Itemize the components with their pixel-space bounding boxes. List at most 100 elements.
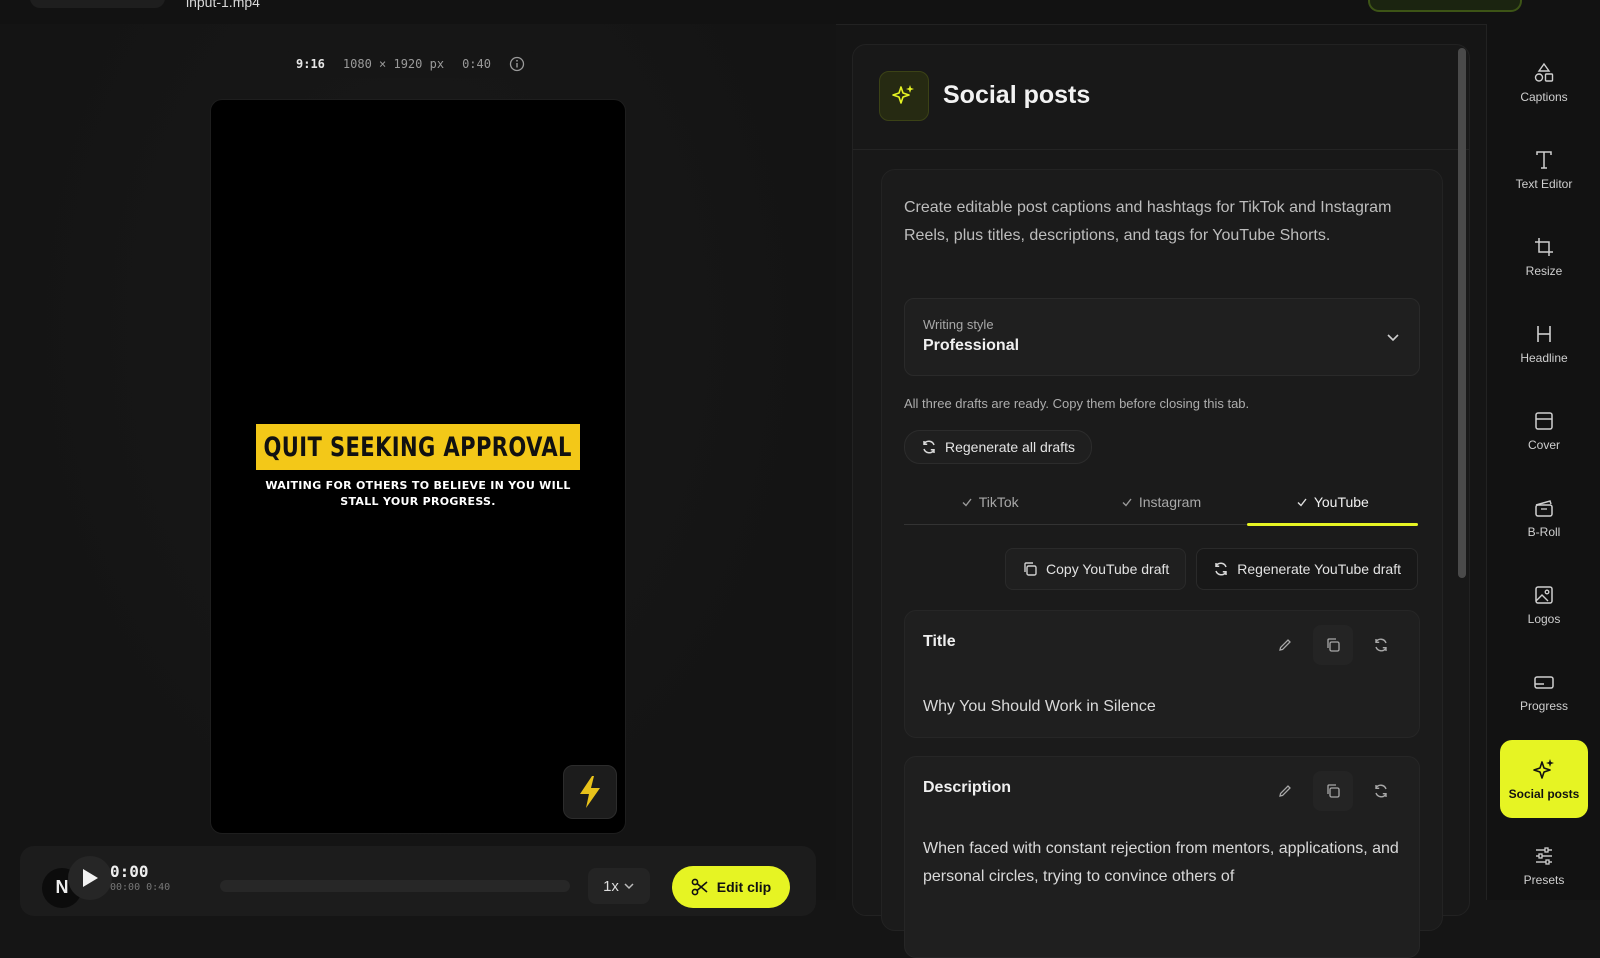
image-icon [1535,586,1553,604]
timeline-scrubber[interactable] [220,880,570,892]
rail-item-b-roll[interactable]: B-Roll [1500,479,1588,557]
social-posts-panel: Social posts Create editable post captio… [852,44,1470,958]
play-icon [83,869,98,887]
sliders-icon [1536,847,1552,865]
rail-label: Presets [1523,873,1565,887]
rail-label: Captions [1520,90,1568,104]
copy-draft-label: Copy YouTube draft [1046,561,1170,577]
duration: 0:40 [462,57,491,71]
pencil-icon[interactable] [1265,625,1305,665]
regenerate-all-button[interactable]: Regenerate all drafts [904,430,1092,464]
social-posts-card: Create editable post captions and hashta… [881,169,1443,958]
rail-label: B-Roll [1527,525,1561,539]
current-time: 0:00 [110,862,149,881]
regenerate-draft-button[interactable]: Regenerate YouTube draft [1196,548,1418,590]
panel-header: Social posts [853,45,1469,150]
rail-label: Cover [1527,438,1560,452]
broll-icon [1535,500,1553,517]
rail-item-resize[interactable]: Resize [1500,218,1588,296]
rail-label: Resize [1525,264,1563,278]
rail-item-text-editor[interactable]: Text Editor [1500,131,1588,209]
info-icon[interactable] [509,56,525,72]
rail-item-cover[interactable]: Cover [1500,392,1588,470]
title-label: Title [923,633,956,650]
writing-style-select[interactable]: Writing style Professional [904,298,1420,376]
video-preview[interactable]: QUIT SEEKING APPROVAL WAITING FOR OTHERS… [210,99,626,834]
edit-clip-label: Edit clip [716,879,772,895]
refresh-icon [1215,562,1228,576]
description-field: Description When faced with constant rej… [904,756,1420,958]
sparkle-icon [879,71,929,121]
copy-icon[interactable] [1313,771,1353,811]
edit-clip-button[interactable]: Edit clip [672,866,790,908]
shapes-icon [1534,62,1554,82]
file-name: input-1.mp4 [186,0,260,10]
writing-style-label: Writing style [923,317,994,332]
playback-bar: N 0:00 00:00 0:40 1x Edit clip [20,846,816,916]
rail-label: Headline [1520,351,1568,365]
title-actions [1265,625,1401,665]
refresh-icon [923,440,935,454]
description-label: Description [923,779,1012,796]
speed-select[interactable]: 1x [588,868,650,904]
back-button[interactable] [30,0,165,8]
panel-scrollbar[interactable] [1458,48,1466,578]
chevron-down-icon [1387,334,1399,342]
copy-draft-button[interactable]: Copy YouTube draft [1005,548,1187,590]
check-icon [1297,498,1307,507]
caption-subline: WAITING FOR OTHERS TO BELIEVE IN YOU WIL… [265,479,571,508]
play-button[interactable] [68,856,112,900]
writing-style-value: Professional [923,337,1020,354]
check-icon [1122,498,1132,507]
rail-label: Social posts [1508,787,1580,801]
rail-item-progress[interactable]: Progress [1500,653,1588,731]
cover-icon [1535,412,1553,430]
aspect-ratio: 9:16 [296,57,325,71]
draft-actions: Copy YouTube draft Regenerate YouTube dr… [904,548,1418,592]
scissors-icon [691,878,708,896]
copy-icon[interactable] [1313,625,1353,665]
pencil-icon[interactable] [1265,771,1305,811]
check-icon [962,498,972,507]
rail-item-headline[interactable]: Headline [1500,305,1588,383]
refresh-icon[interactable] [1361,625,1401,665]
panel-title: Social posts [943,81,1091,109]
drafts-status: All three drafts are ready. Copy them be… [904,396,1250,411]
description-actions [1265,771,1401,811]
rail-label: Logos [1527,612,1561,626]
tool-rail: Captions Text Editor Resize Headline Cov… [1486,24,1600,900]
speed-value: 1x [603,877,619,895]
tab-youtube-label: YouTube [1313,494,1369,510]
lightning-icon[interactable] [563,765,617,819]
tab-instagram-label: Instagram [1138,494,1202,510]
crop-icon [1535,238,1553,256]
refresh-icon[interactable] [1361,771,1401,811]
video-meta-bar: 9:16 1080 × 1920 px 0:40 [286,50,535,78]
top-bar: input-1.mp4 [0,0,1600,25]
rail-item-presets[interactable]: Presets [1500,827,1588,905]
time-range: 00:00 0:40 [110,882,171,893]
rail-label: Progress [1519,699,1569,713]
chevron-down-icon [624,883,634,890]
title-value[interactable]: Why You Should Work in Silence [923,693,1401,721]
tab-instagram[interactable]: Instagram [1075,480,1246,524]
tab-tiktok[interactable]: TikTok [904,480,1075,524]
rail-item-social-posts[interactable]: Social posts [1500,740,1588,818]
progress-icon [1534,676,1554,689]
rail-label: Text Editor [1515,177,1573,191]
rail-item-logos[interactable]: Logos [1500,566,1588,644]
platform-tabs: TikTok Instagram YouTube [904,480,1419,526]
caption-headline-box[interactable]: QUIT SEEKING APPROVAL [256,424,580,470]
copy-icon [1024,562,1037,576]
text-icon [1536,151,1552,169]
tab-tiktok-label: TikTok [978,494,1019,510]
export-button[interactable] [1368,0,1522,12]
title-field: Title Why You Should Work in Silence [904,610,1420,738]
resolution: 1080 × 1920 px [342,57,445,71]
intro-text: Create editable post captions and hashta… [904,199,1392,244]
regenerate-all-label: Regenerate all drafts [945,439,1075,455]
tab-youtube[interactable]: YouTube [1246,480,1419,526]
rail-item-captions[interactable]: Captions [1500,44,1588,122]
sparkle-icon [1533,759,1554,779]
description-value[interactable]: When faced with constant rejection from … [923,835,1401,891]
